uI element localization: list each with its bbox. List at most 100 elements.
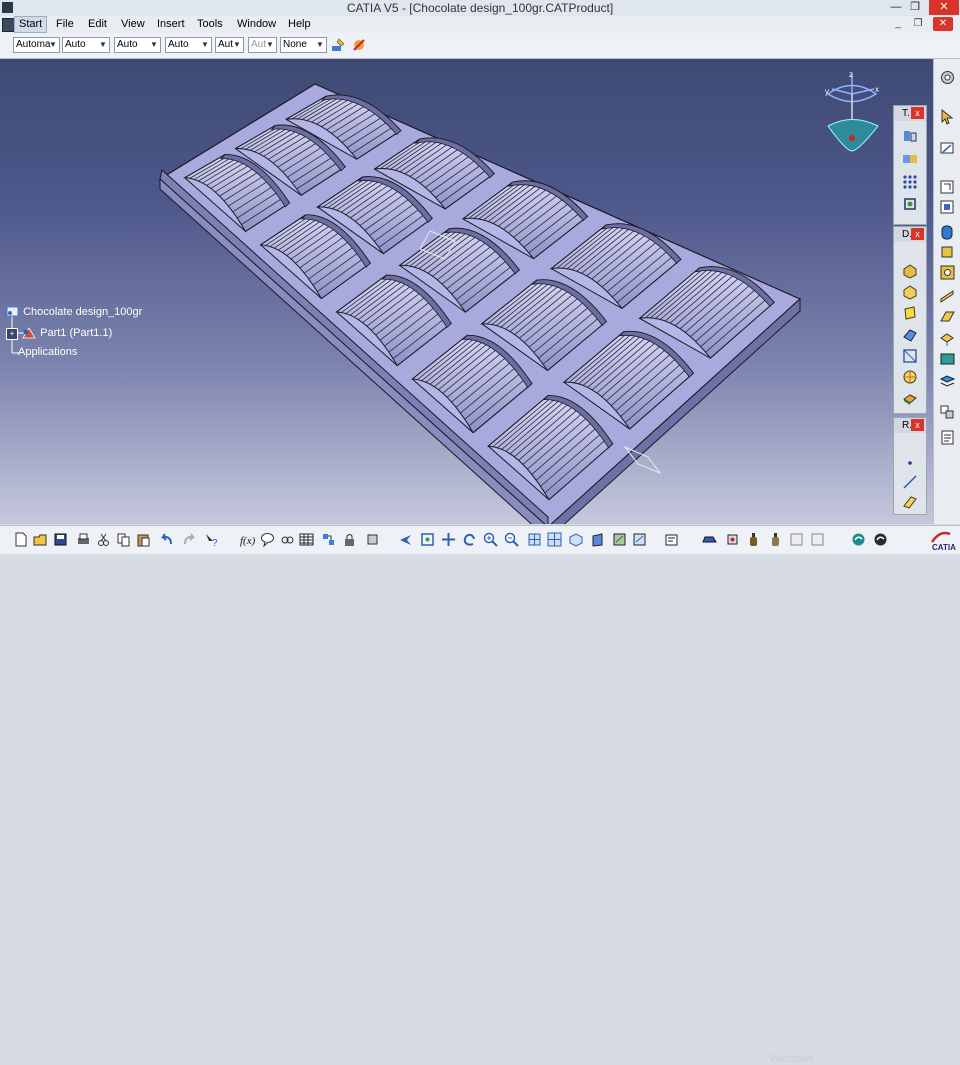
cut-icon[interactable] — [96, 532, 111, 547]
link-icon[interactable] — [280, 532, 295, 547]
zoom-in-icon[interactable] — [483, 532, 498, 547]
menu-tools[interactable]: Tools — [197, 18, 223, 30]
fit-all-icon[interactable] — [902, 196, 918, 212]
fillet-icon[interactable] — [939, 288, 956, 305]
box-icon[interactable] — [902, 284, 918, 300]
swirl-icon[interactable] — [873, 532, 888, 547]
menu-edit[interactable]: Edit — [88, 18, 107, 30]
plane-icon[interactable] — [902, 494, 918, 510]
sketch-icon[interactable] — [939, 140, 956, 157]
point-icon[interactable] — [903, 458, 917, 468]
formula-icon[interactable]: f(x) — [240, 532, 255, 547]
knowledge-icon[interactable] — [321, 532, 336, 547]
constraint-icon[interactable] — [939, 404, 956, 421]
vehicle-icon[interactable] — [702, 532, 717, 547]
select-arrow-icon[interactable] — [939, 108, 956, 125]
doc-restore-button[interactable]: ❐ — [910, 17, 926, 31]
menu-help[interactable]: Help — [288, 18, 311, 30]
fit-all-in-icon[interactable] — [420, 532, 435, 547]
cube-icon[interactable] — [939, 244, 956, 261]
expand-icon[interactable]: + — [6, 327, 18, 340]
rotate-icon[interactable] — [462, 532, 477, 547]
tree-item-part[interactable]: + Part1 (Part1.1) — [6, 326, 112, 340]
tubes-icon[interactable] — [939, 224, 956, 241]
save-icon[interactable] — [53, 532, 68, 547]
zoom-out-icon[interactable] — [504, 532, 519, 547]
hole-icon[interactable] — [939, 264, 956, 281]
text-icon[interactable] — [664, 532, 679, 547]
analysis-icon[interactable] — [939, 429, 956, 446]
workbench-gear-icon[interactable] — [939, 69, 956, 86]
rendering-style-combo[interactable]: Aut ▼ — [248, 37, 277, 53]
material-icon[interactable] — [902, 390, 918, 406]
compass-widget[interactable]: z y x — [818, 69, 886, 159]
lock-icon[interactable] — [342, 532, 357, 547]
frame-icon[interactable] — [939, 199, 956, 216]
iso-view-icon[interactable] — [568, 532, 583, 547]
redo-icon[interactable] — [182, 532, 197, 547]
point-symbol-combo[interactable]: Aut ▼ — [215, 37, 244, 53]
table-icon[interactable] — [299, 532, 314, 547]
shading-icon[interactable] — [902, 263, 918, 279]
catalog-icon[interactable] — [902, 128, 918, 144]
line-icon[interactable] — [902, 474, 918, 490]
multi-view-icon[interactable] — [547, 532, 562, 547]
grid-icon[interactable] — [902, 174, 918, 190]
bottle-icon[interactable] — [746, 532, 761, 547]
pad-icon[interactable] — [902, 305, 918, 321]
linetype-combo[interactable]: Auto ▼ — [165, 37, 212, 53]
shading-mode-icon[interactable] — [590, 532, 605, 547]
open-icon[interactable] — [33, 532, 48, 547]
menu-view[interactable]: View — [121, 18, 145, 30]
3d-viewport[interactable]: z y x Chocolate design_100gr + Part1 (Pa… — [0, 59, 933, 524]
tree-item-root[interactable]: Chocolate design_100gr — [6, 306, 142, 318]
new-icon[interactable] — [13, 532, 28, 547]
shell-icon[interactable] — [939, 350, 956, 367]
draft-icon[interactable] — [939, 330, 956, 347]
render-panel-header[interactable]: R. x — [894, 418, 926, 433]
bottle-alt-icon[interactable] — [768, 532, 783, 547]
line-thickness-combo[interactable]: Auto ▼ — [114, 37, 161, 53]
render-icon[interactable] — [851, 532, 866, 547]
close-window-button[interactable]: ✕ — [929, 0, 959, 15]
doc-close-button[interactable]: ✕ — [933, 17, 953, 31]
paste-icon[interactable] — [136, 532, 151, 547]
fly-mode-icon[interactable] — [398, 532, 413, 547]
comment-icon[interactable] — [260, 532, 275, 547]
print-icon[interactable] — [76, 532, 91, 547]
hide-show-icon[interactable] — [612, 532, 627, 547]
graphic-properties-icon[interactable] — [351, 37, 367, 53]
dress-panel-close-button[interactable]: x — [911, 228, 924, 240]
restore-button[interactable]: ❐ — [903, 0, 927, 15]
tree-item-applications[interactable]: Applications — [18, 346, 77, 358]
menu-insert[interactable]: Insert — [157, 18, 185, 30]
dress-panel-header[interactable]: D. x — [894, 227, 926, 242]
layers-icon[interactable] — [939, 373, 956, 390]
edges-icon[interactable] — [902, 327, 918, 343]
copy-icon[interactable] — [116, 532, 131, 547]
section-icon[interactable] — [789, 532, 804, 547]
swap-space-icon[interactable] — [632, 532, 647, 547]
chocolate-bar-model[interactable] — [0, 59, 933, 524]
tools-options-icon[interactable] — [365, 532, 380, 547]
menu-file[interactable]: File — [56, 18, 74, 30]
snap-icon[interactable] — [810, 532, 825, 547]
color-combo[interactable]: Automa ▼ — [13, 37, 60, 53]
target-icon[interactable] — [902, 369, 918, 385]
layer-combo[interactable]: None ▼ — [280, 37, 327, 53]
undo-icon[interactable] — [159, 532, 174, 547]
transparency-combo[interactable]: Auto ▼ — [62, 37, 110, 53]
menu-start[interactable]: Start — [14, 16, 48, 33]
measure-icon[interactable] — [939, 179, 956, 196]
normal-view-icon[interactable] — [527, 532, 542, 547]
tools-panel-header[interactable]: T. x — [894, 106, 926, 121]
wireframe-icon[interactable] — [902, 348, 918, 364]
reuse-icon[interactable] — [902, 151, 918, 167]
whats-this-icon[interactable]: ? — [204, 532, 219, 547]
painter-icon[interactable] — [330, 37, 346, 53]
chamfer-icon[interactable] — [939, 309, 956, 326]
doc-minimize-button[interactable]: _ — [890, 17, 906, 31]
render-panel-close-button[interactable]: x — [911, 419, 924, 431]
tools-panel-close-button[interactable]: x — [911, 107, 924, 119]
menu-window[interactable]: Window — [237, 18, 276, 30]
